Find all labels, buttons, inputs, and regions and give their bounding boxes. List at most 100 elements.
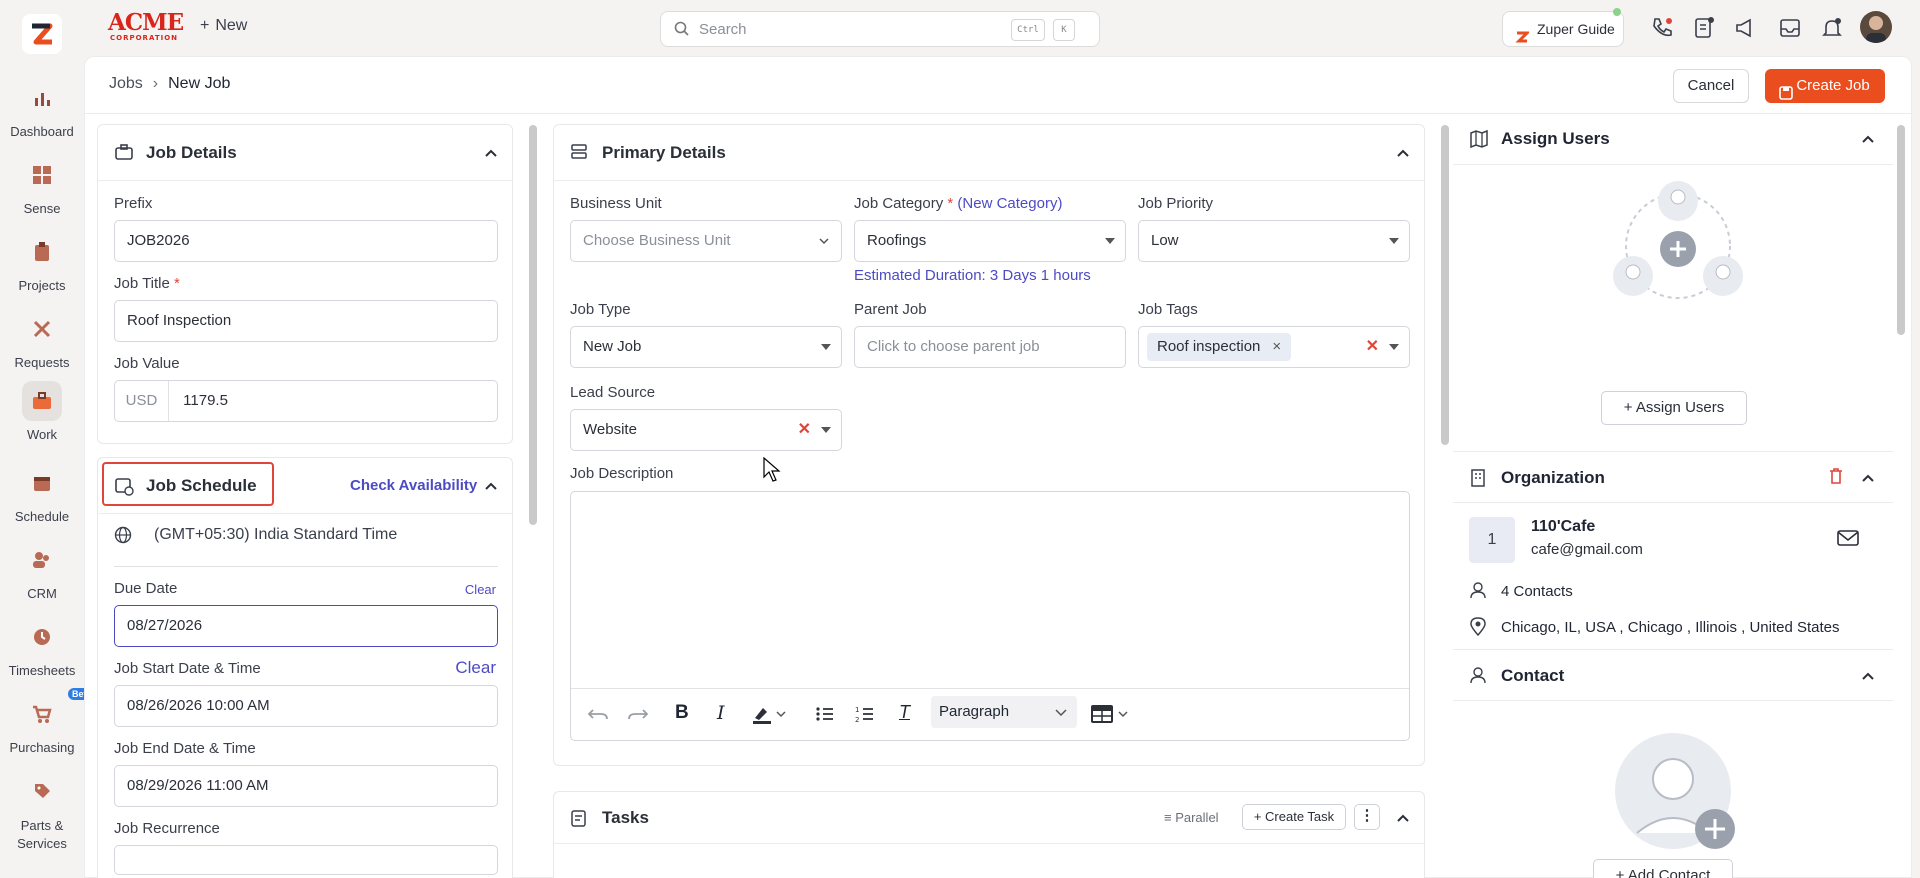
nav-label: Requests [14,355,70,370]
due-date-clear-link[interactable]: Clear [465,582,496,597]
paragraph-select[interactable]: Paragraph [931,696,1077,728]
job-schedule-header[interactable]: Job Schedule Check Availability [98,458,512,514]
create-task-button[interactable]: + Create Task [1242,804,1346,830]
cancel-button[interactable]: Cancel [1673,69,1749,103]
chevron-up-icon[interactable] [1861,470,1875,487]
zuper-logo-icon[interactable] [20,12,64,56]
org-name[interactable]: 110'Cafe [1531,518,1595,536]
create-job-button[interactable]: Create Job [1765,69,1885,103]
clear-tags-icon[interactable]: ✕ [1366,327,1379,367]
clear-lead-icon[interactable]: ✕ [798,410,811,450]
job-category-label: Job Category * (New Category) [854,195,1063,212]
highlight-icon[interactable] [751,704,787,728]
nav-schedule[interactable]: Schedule [0,463,84,524]
business-unit-select[interactable]: Choose Business Unit [570,220,842,262]
brand-logo[interactable]: ACME CORPORATION [108,11,184,42]
assign-users-illustration [1613,181,1743,315]
add-contact-button[interactable]: + Add Contact [1593,859,1733,878]
plus-icon: + [1615,867,1628,878]
more-options-icon[interactable]: ⋮ [1354,804,1380,830]
clipboard-notes-icon[interactable] [1692,16,1718,42]
user-avatar[interactable] [1860,11,1892,43]
due-date-input[interactable]: 08/27/2026 [114,605,498,647]
italic-icon[interactable]: I [717,702,725,724]
caret-down-icon [821,344,831,350]
nav-timesheets[interactable]: Timesheets [0,617,84,678]
numbered-list-icon[interactable]: 12 [855,704,875,728]
prefix-input[interactable]: JOB2026 [114,220,498,262]
contacts-count[interactable]: 4 Contacts [1501,583,1573,600]
chevron-up-icon[interactable] [1861,131,1875,148]
mail-icon[interactable] [1837,529,1859,551]
parent-job-label: Parent Job [854,301,927,318]
tasks-header[interactable]: Tasks ≡ Parallel + Create Task ⋮ [554,792,1424,844]
bullet-list-icon[interactable] [815,704,835,728]
check-availability-link[interactable]: Check Availability [350,477,477,494]
status-dot [1613,8,1621,16]
chevron-up-icon[interactable] [1396,810,1410,827]
start-date-clear-link[interactable]: Clear [455,658,496,678]
nav-crm[interactable]: CRM [0,540,84,601]
plus-icon: + [200,17,210,34]
trash-icon[interactable] [1827,466,1845,490]
cart-icon: Beta [22,688,96,734]
inbox-icon[interactable] [1778,16,1804,42]
chevron-up-icon[interactable] [1396,145,1410,162]
job-priority-select[interactable]: Low [1138,220,1410,262]
start-date-input[interactable]: 08/26/2026 10:00 AM [114,685,498,727]
zuper-guide-button[interactable]: Zuper Guide [1502,8,1624,47]
end-date-input[interactable]: 08/29/2026 11:00 AM [114,765,498,807]
calendar-clock-icon [114,476,134,500]
megaphone-icon[interactable] [1734,16,1760,42]
chevron-up-icon[interactable] [484,145,498,162]
organization-header[interactable]: Organization [1453,451,1893,503]
timezone-text[interactable]: (GMT+05:30) India Standard Time [154,526,397,544]
nav-sense[interactable]: Sense [0,155,84,216]
bold-icon[interactable]: B [675,702,689,724]
nav-parts-services[interactable]: Parts & Services [0,771,84,853]
job-details-header[interactable]: Job Details [98,125,512,181]
table-icon[interactable] [1091,704,1131,728]
job-description-editor[interactable]: B I 12 T Paragraph [570,491,1410,741]
nav-dashboard[interactable]: Dashboard [0,78,84,139]
nav-requests[interactable]: Requests [0,309,84,370]
clear-format-icon[interactable]: T [899,702,910,723]
parent-job-input[interactable]: Click to choose parent job [854,326,1126,368]
right-column-scrollbar[interactable] [1897,125,1905,335]
caret-down-icon [821,427,831,433]
nav-work[interactable]: Work [0,381,84,442]
new-category-link[interactable]: (New Category) [957,195,1062,212]
recurrence-input[interactable] [114,845,498,875]
job-title-input[interactable]: Roof Inspection [114,300,498,342]
org-email: cafe@gmail.com [1531,541,1643,558]
briefcase-icon [114,143,134,165]
middle-column-scrollbar[interactable] [1441,125,1449,445]
chevron-down-icon [1055,696,1067,728]
breadcrumb-jobs[interactable]: Jobs [109,75,143,92]
left-column-scrollbar[interactable] [529,125,537,525]
job-category-select[interactable]: Roofings [854,220,1126,262]
kbd-k: K [1053,19,1075,41]
chevron-up-icon[interactable] [1861,668,1875,685]
redo-icon[interactable] [627,704,649,728]
undo-icon[interactable] [587,704,609,728]
lead-source-select[interactable]: Website ✕ [570,409,842,451]
chevron-up-icon[interactable] [484,478,498,495]
new-button[interactable]: + New [200,17,247,35]
assign-users-header[interactable]: Assign Users [1453,113,1893,165]
search-input[interactable]: Search Ctrl K [660,11,1100,47]
contact-header[interactable]: Contact [1453,649,1893,701]
job-tags-select[interactable]: Roof inspection × ✕ [1138,326,1410,368]
nav-purchasing[interactable]: Beta Purchasing [0,688,96,755]
assign-users-button[interactable]: + Assign Users [1601,391,1747,425]
remove-tag-icon[interactable]: × [1272,338,1281,355]
job-type-select[interactable]: New Job [570,326,842,368]
nav-projects[interactable]: Projects [0,232,84,293]
bell-icon[interactable] [1820,16,1846,42]
nav-label: Timesheets [8,663,76,678]
primary-details-header[interactable]: Primary Details [554,125,1424,181]
parallel-toggle[interactable]: ≡ Parallel [1164,810,1219,825]
job-value-input[interactable]: USD 1179.5 [114,380,498,422]
plus-icon: + [1253,809,1266,824]
phone-icon[interactable] [1650,16,1676,42]
